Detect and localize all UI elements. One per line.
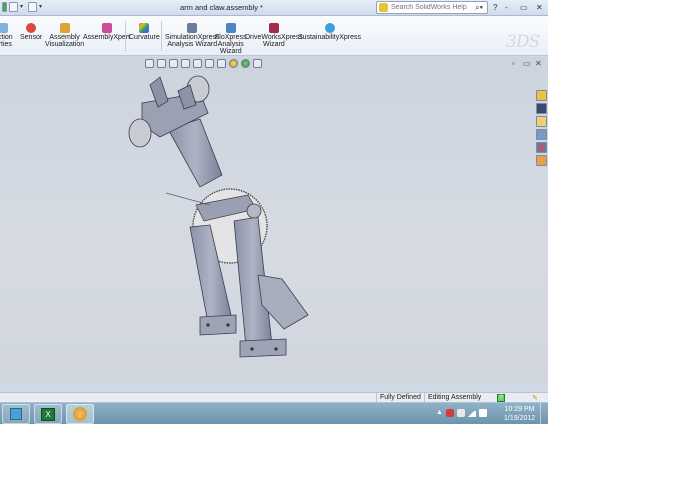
simulationxpress-button[interactable]: SimulationXpress Analysis Wizard <box>165 23 219 48</box>
floxpress-icon <box>225 23 236 33</box>
ribbon-label: SustainabilityXpress <box>298 34 362 41</box>
curvature-icon <box>139 23 150 33</box>
excel-icon: X <box>41 407 55 421</box>
help-search-icon <box>379 3 388 12</box>
curvature-button[interactable]: Curvature <box>129 23 160 41</box>
window-title: arm and claw.assembly * <box>180 3 263 12</box>
bolt <box>226 323 230 327</box>
ribbon-label: Analysis <box>217 41 244 48</box>
taskbar-clock[interactable]: 10:29 PM 1/19/2012 <box>504 405 535 423</box>
options-icon[interactable] <box>28 2 37 12</box>
ribbon-label: Sensor <box>20 34 43 41</box>
ribbon-label: Curvature <box>129 34 160 41</box>
system-tray: ▲ <box>436 409 487 417</box>
claw-left-pulley[interactable] <box>128 118 152 148</box>
section-properties-icon <box>0 23 9 33</box>
options-dropdown-icon[interactable]: ▾ <box>39 2 45 12</box>
simulationxpress-icon <box>187 23 198 33</box>
ribbon-separator <box>125 21 126 51</box>
search-icon[interactable]: ⌕▾ <box>475 3 483 13</box>
status-toggle-icon[interactable]: ✎ <box>532 394 538 402</box>
tray-expand-icon[interactable]: ▲ <box>436 409 443 417</box>
assembly-visualization-button[interactable]: Assembly Visualization <box>45 23 84 48</box>
clock-time: 10:29 PM <box>504 406 535 413</box>
ds-logo: 3DS <box>506 32 540 52</box>
calculator-icon <box>10 408 22 420</box>
clock-date: 1/19/2012 <box>504 415 536 422</box>
sensor-button[interactable]: Sensor <box>20 23 42 41</box>
show-desktop-button[interactable] <box>540 403 548 424</box>
volume-icon[interactable] <box>478 409 487 417</box>
help-button[interactable]: ? <box>493 2 497 13</box>
security-icon[interactable] <box>445 409 454 417</box>
minimize-button[interactable]: - <box>505 2 508 13</box>
driveworksxpress-icon <box>268 23 279 33</box>
assemblyxpert-icon <box>101 23 112 33</box>
ribbon-label: Wizard <box>219 48 242 55</box>
ribbon-label: Assembly <box>49 34 80 41</box>
sensor-icon <box>26 23 37 33</box>
action-center-icon[interactable] <box>456 409 465 417</box>
screenshot-area: ▾ ▾ arm and claw.assembly * ⌕▾ ? - ▭ ✕ e… <box>0 0 548 424</box>
dropdown-icon[interactable]: ▾ <box>20 2 26 12</box>
left-foot[interactable] <box>199 314 237 336</box>
ribbon-label: SimulationXpress <box>165 34 220 41</box>
windows-taskbar: X ▲ 10:29 PM 1/19/2012 <box>0 402 548 424</box>
taskbar-excel-button[interactable]: X <box>34 404 62 424</box>
ribbon-label: AssemblyXpert <box>83 34 131 41</box>
taskbar-solidworks-button[interactable] <box>66 404 94 424</box>
status-mode: Editing Assembly <box>428 394 482 401</box>
view-palette-icon[interactable] <box>536 129 547 140</box>
assembly-visualization-icon <box>59 23 70 33</box>
linkage-rod <box>165 192 211 206</box>
status-help-icon[interactable]: ? <box>497 394 505 402</box>
disc-hub[interactable] <box>246 203 262 219</box>
ribbon-label: ection <box>0 34 13 41</box>
solidworks-icon <box>73 407 87 421</box>
driveworksxpress-button[interactable]: DriveWorksXpress Wizard <box>245 23 303 48</box>
floxpress-button[interactable]: FloXpress Analysis Wizard <box>215 23 247 55</box>
ribbon-label: DriveWorksXpress <box>245 34 303 41</box>
bolt <box>206 323 210 327</box>
ribbon-label: Analysis Wizard <box>167 41 218 48</box>
solidworks-resources-icon[interactable] <box>536 90 547 101</box>
search-box[interactable]: ⌕▾ <box>376 1 488 14</box>
sustainabilityxpress-button[interactable]: SustainabilityXpress <box>298 23 361 41</box>
ribbon-label: Wizard <box>263 41 285 48</box>
network-icon[interactable] <box>467 409 476 417</box>
command-manager-ribbon: ection erties Sensor Assembly Visualizat… <box>0 16 548 56</box>
ribbon-label: Visualization <box>45 41 85 48</box>
search-input[interactable] <box>391 4 479 11</box>
title-bar: ▾ ▾ arm and claw.assembly * ⌕▾ ? - ▭ ✕ <box>0 0 548 16</box>
status-bar: Fully Defined Editing Assembly ? ✎ <box>0 392 548 403</box>
maximize-button[interactable]: ▭ <box>520 2 528 13</box>
design-library-icon[interactable] <box>536 103 547 114</box>
rebuild-icon[interactable] <box>2 2 7 12</box>
taskbar-app-button[interactable] <box>2 404 30 424</box>
bolt <box>274 347 278 351</box>
task-pane-tabs <box>536 90 547 166</box>
close-button[interactable]: ✕ <box>536 2 543 13</box>
ribbon-label: erties <box>0 41 12 48</box>
file-explorer-icon[interactable] <box>536 116 547 127</box>
appearances-scenes-icon[interactable] <box>536 142 547 153</box>
save-icon[interactable] <box>9 2 18 12</box>
status-defined: Fully Defined <box>380 394 421 401</box>
quick-access-toolbar: ▾ ▾ <box>2 2 45 14</box>
right-foot[interactable] <box>239 338 287 358</box>
section-properties-button[interactable]: ection erties <box>0 23 13 48</box>
ribbon-label: FloXpress <box>215 34 247 41</box>
ribbon-separator <box>161 21 162 51</box>
sustainabilityxpress-icon <box>324 23 335 33</box>
assemblyxpert-button[interactable]: AssemblyXpert <box>83 23 130 41</box>
custom-properties-icon[interactable] <box>536 155 547 166</box>
graphics-area: ▫ ▭ ✕ <box>0 57 548 382</box>
assembly-model[interactable] <box>0 57 548 382</box>
bolt <box>250 347 254 351</box>
